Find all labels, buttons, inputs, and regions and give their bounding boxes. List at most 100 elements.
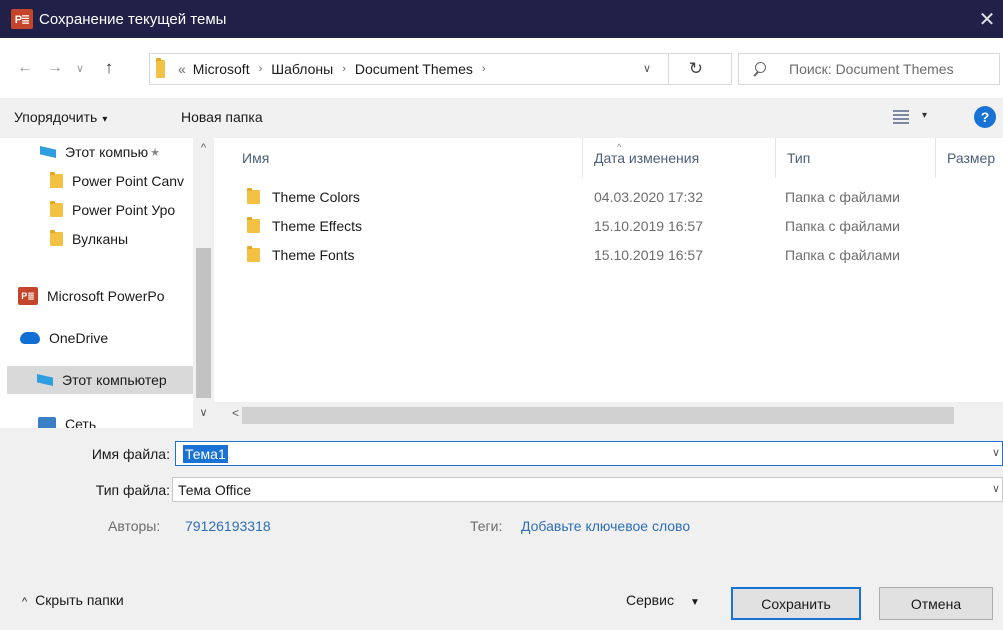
nav-item-label: Вулканы bbox=[72, 231, 129, 247]
nav-item-this-pc-pinned[interactable]: Этот компью ★ bbox=[40, 138, 190, 166]
column-divider[interactable] bbox=[775, 138, 776, 178]
filename-label: Имя файла: bbox=[91, 446, 170, 462]
column-divider[interactable] bbox=[935, 138, 936, 178]
file-row[interactable]: Theme Colors 04.03.2020 17:32 Папка с фа… bbox=[214, 183, 1003, 212]
title-bar: P≣ Сохранение текущей темы ✕ bbox=[0, 0, 1003, 38]
window-title: Сохранение текущей темы bbox=[39, 10, 227, 28]
nav-item-power-point-canva[interactable]: Power Point Canv bbox=[50, 167, 193, 195]
tools-label: Сервис bbox=[626, 592, 674, 608]
view-options-caret-icon[interactable]: ▾ bbox=[922, 110, 927, 121]
up-arrow-icon[interactable]: ↑ bbox=[100, 56, 118, 80]
breadcrumb-templates[interactable]: Шаблоны bbox=[271, 61, 333, 77]
nav-item-label: Этот компью bbox=[65, 144, 149, 160]
nav-item-label: Сеть bbox=[65, 416, 97, 428]
organize-label: Упорядочить bbox=[14, 109, 98, 125]
forward-arrow-icon[interactable]: → bbox=[46, 56, 64, 80]
file-list-horizontal-scrollbar[interactable]: < bbox=[214, 402, 1003, 428]
pin-icon[interactable]: ★ bbox=[150, 146, 160, 159]
nav-item-volcanoes[interactable]: Вулканы bbox=[50, 225, 193, 253]
scroll-down-icon[interactable]: ∨ bbox=[193, 406, 214, 419]
scroll-left-icon[interactable]: < bbox=[232, 406, 239, 420]
file-name: Theme Effects bbox=[272, 218, 363, 234]
filetype-dropdown-chevron-icon[interactable]: ∨ bbox=[992, 482, 1000, 495]
nav-item-label: OneDrive bbox=[49, 330, 109, 346]
filetype-value: Тема Office bbox=[178, 481, 252, 498]
tags-label: Теги: bbox=[470, 518, 503, 534]
organize-button[interactable]: Упорядочить ▾ bbox=[14, 109, 107, 125]
column-header-name[interactable]: Имя bbox=[242, 150, 269, 166]
caret-up-icon: ^ bbox=[22, 596, 28, 608]
file-row[interactable]: Theme Fonts 15.10.2019 16:57 Папка с фай… bbox=[214, 241, 1003, 270]
file-type: Папка с файлами bbox=[785, 189, 900, 205]
tools-button[interactable]: Сервис ▼ bbox=[626, 592, 700, 608]
folder-icon bbox=[247, 217, 260, 233]
filetype-select[interactable]: Тема Office ∨ bbox=[172, 477, 1003, 502]
filename-field[interactable]: Тема1 ∨ bbox=[175, 441, 1003, 466]
nav-item-label: Microsoft PowerPo bbox=[47, 288, 165, 304]
file-date: 15.10.2019 16:57 bbox=[594, 218, 703, 234]
breadcrumb-separator-icon[interactable]: › bbox=[482, 63, 486, 75]
column-header-size[interactable]: Размер bbox=[947, 150, 995, 166]
address-bar[interactable]: « Microsoft › Шаблоны › Document Themes … bbox=[149, 53, 732, 85]
breadcrumb-overflow-icon[interactable]: « bbox=[178, 61, 186, 77]
nav-item-power-point-lessons[interactable]: Power Point Уро bbox=[50, 196, 193, 224]
authors-value[interactable]: 79126193318 bbox=[185, 518, 271, 534]
search-box[interactable]: Поиск: Document Themes bbox=[738, 53, 1000, 85]
folder-icon bbox=[50, 230, 63, 246]
scrollbar-thumb[interactable] bbox=[242, 407, 954, 424]
powerpoint-logo-icon: P≣ bbox=[11, 9, 33, 29]
nav-item-label: Power Point Уро bbox=[72, 202, 176, 218]
file-list: ^ Имя Дата изменения Тип Размер Theme Co… bbox=[214, 138, 1003, 428]
nav-item-microsoft-powerpoint[interactable]: P≣ Microsoft PowerPo bbox=[18, 282, 193, 310]
column-header-type[interactable]: Тип bbox=[787, 150, 810, 166]
powerpoint-icon: P≣ bbox=[18, 287, 38, 305]
recent-locations-chevron-icon[interactable]: ∨ bbox=[71, 56, 89, 80]
refresh-icon[interactable]: ↻ bbox=[689, 59, 703, 79]
address-divider bbox=[668, 54, 669, 84]
nav-item-network[interactable]: Сеть bbox=[38, 410, 193, 428]
nav-item-this-pc[interactable]: Этот компьютер bbox=[7, 366, 193, 394]
search-icon bbox=[752, 62, 766, 76]
close-icon[interactable]: ✕ bbox=[975, 6, 999, 32]
navigation-pane-scrollbar[interactable]: ^ ∨ bbox=[193, 138, 214, 428]
file-name: Theme Fonts bbox=[272, 247, 355, 263]
nav-item-onedrive[interactable]: OneDrive bbox=[20, 324, 193, 352]
save-button[interactable]: Сохранить bbox=[731, 587, 861, 620]
command-toolbar: Упорядочить ▾ Новая папка ▾ ? bbox=[0, 98, 1003, 138]
search-input[interactable]: Поиск: Document Themes bbox=[789, 61, 954, 77]
navigation-pane: Этот компью ★ Power Point Canv Power Poi… bbox=[0, 138, 214, 428]
computer-icon bbox=[40, 146, 56, 158]
folder-icon bbox=[50, 172, 63, 188]
address-dropdown-chevron-icon[interactable]: ∨ bbox=[643, 62, 651, 75]
onedrive-cloud-icon bbox=[20, 332, 40, 344]
navigation-bar: ← → ∨ ↑ « Microsoft › Шаблоны › Document… bbox=[0, 38, 1003, 98]
filename-dropdown-chevron-icon[interactable]: ∨ bbox=[992, 446, 1000, 459]
folder-icon bbox=[247, 246, 260, 262]
folder-icon bbox=[247, 188, 260, 204]
breadcrumb-separator-icon[interactable]: › bbox=[342, 63, 346, 75]
breadcrumb-document-themes[interactable]: Document Themes bbox=[355, 61, 473, 77]
caret-down-icon: ▾ bbox=[102, 114, 108, 125]
help-icon[interactable]: ? bbox=[974, 106, 996, 128]
tags-value[interactable]: Добавьте ключевое слово bbox=[521, 518, 690, 534]
file-type: Папка с файлами bbox=[785, 218, 900, 234]
computer-icon bbox=[37, 374, 53, 386]
folder-icon bbox=[156, 58, 165, 78]
scroll-up-icon[interactable]: ^ bbox=[193, 142, 214, 154]
view-options-icon[interactable] bbox=[893, 109, 909, 125]
filename-input[interactable]: Тема1 bbox=[183, 444, 228, 463]
network-icon bbox=[38, 417, 56, 428]
column-divider[interactable] bbox=[582, 138, 583, 178]
folder-icon bbox=[50, 201, 63, 217]
filetype-label: Тип файла: bbox=[95, 482, 170, 498]
breadcrumb-microsoft[interactable]: Microsoft bbox=[193, 61, 250, 77]
back-arrow-icon[interactable]: ← bbox=[16, 56, 34, 80]
file-row[interactable]: Theme Effects 15.10.2019 16:57 Папка с ф… bbox=[214, 212, 1003, 241]
breadcrumb-separator-icon[interactable]: › bbox=[259, 63, 263, 75]
new-folder-button[interactable]: Новая папка bbox=[181, 109, 263, 125]
cancel-button[interactable]: Отмена bbox=[879, 587, 993, 620]
column-header-date-modified[interactable]: Дата изменения bbox=[594, 150, 699, 166]
scrollbar-thumb[interactable] bbox=[196, 248, 211, 398]
hide-folders-button[interactable]: ^ Скрыть папки bbox=[22, 592, 124, 608]
nav-item-label: Power Point Canv bbox=[72, 173, 185, 189]
